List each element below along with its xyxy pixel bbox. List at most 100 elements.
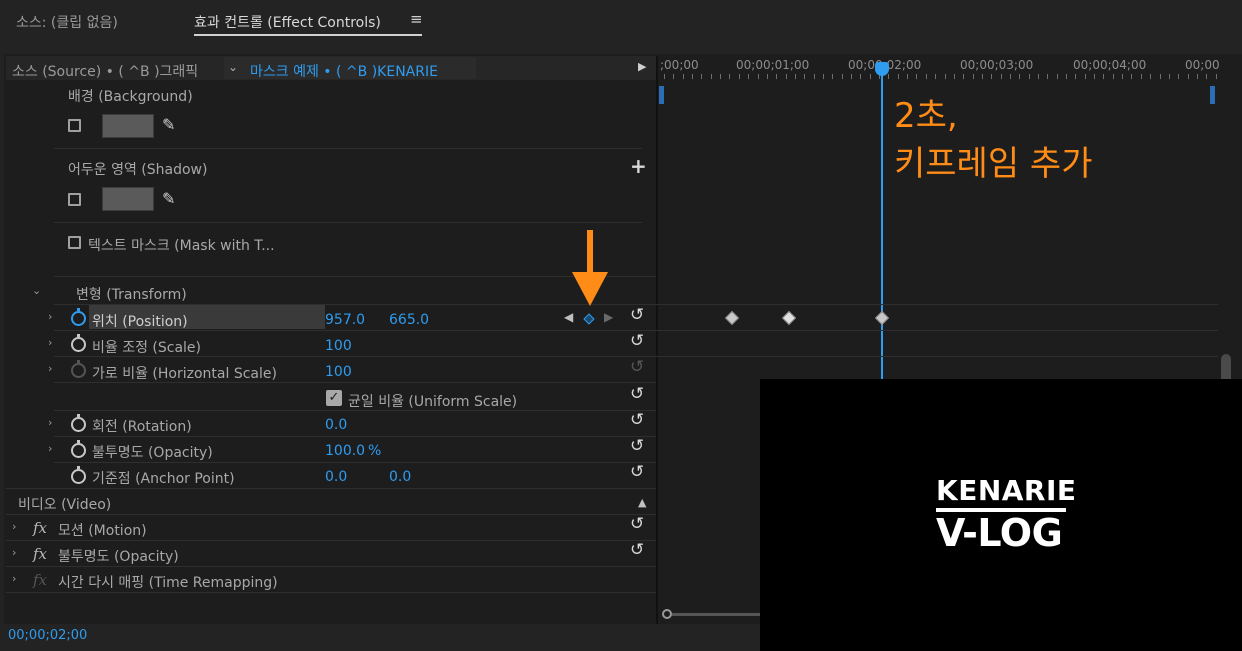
reset-icon[interactable]: ↺ — [630, 410, 644, 430]
ruler-tick — [1197, 74, 1198, 79]
playhead-handle[interactable] — [875, 62, 889, 76]
expand-arrow-icon[interactable]: › — [12, 546, 16, 559]
rotation-value[interactable]: 0.0 — [325, 417, 347, 433]
ruler-tick — [1216, 74, 1217, 79]
prev-keyframe-icon[interactable]: ◀ — [564, 310, 573, 324]
expand-arrow-icon[interactable]: › — [48, 310, 52, 323]
panel-tab-bar — [0, 0, 1242, 44]
ruler-tick — [842, 74, 843, 79]
position-x-value[interactable]: 957.0 — [325, 312, 365, 328]
shadow-checkbox[interactable] — [68, 193, 81, 206]
ruler-tick — [804, 74, 805, 79]
out-point-marker[interactable] — [1210, 86, 1215, 104]
reset-icon[interactable]: ↺ — [630, 305, 644, 325]
row-divider — [54, 148, 642, 149]
fx-icon[interactable]: fx — [33, 519, 47, 537]
reset-icon[interactable]: ↺ — [630, 331, 644, 351]
expand-arrow-icon[interactable]: › — [12, 520, 16, 533]
stopwatch-icon[interactable] — [71, 440, 86, 458]
ruler-tick — [1066, 74, 1067, 79]
sequence-clip-label[interactable]: 마스크 예제 • ( ^B )KENARIE — [250, 61, 438, 81]
ruler-tick — [1206, 74, 1207, 79]
fx-icon[interactable]: fx — [33, 545, 47, 563]
anchor-y-value[interactable]: 0.0 — [389, 469, 411, 485]
mask-with-text-label: 텍스트 마스크 (Mask with T... — [88, 238, 275, 254]
opacity-unit: % — [368, 443, 382, 459]
position-label: 위치 (Position) — [92, 314, 188, 330]
in-point-marker[interactable] — [659, 86, 664, 104]
chevron-down-icon[interactable]: ⌄ — [228, 60, 238, 74]
collapse-up-icon[interactable]: ▲ — [638, 496, 646, 509]
shadow-color-swatch[interactable] — [102, 187, 154, 211]
column-divider[interactable] — [656, 56, 658, 624]
ruler-tick — [748, 74, 749, 79]
stopwatch-icon[interactable] — [71, 414, 86, 432]
playhead-line[interactable] — [881, 70, 883, 380]
ruler-tick — [823, 74, 824, 79]
add-plus-icon[interactable]: + — [630, 154, 647, 178]
ruler-tick — [692, 74, 693, 79]
reset-icon[interactable]: ↺ — [630, 514, 644, 534]
ruler-tick — [1094, 74, 1095, 79]
uniform-scale-label: 균일 비율 (Uniform Scale) — [348, 394, 518, 410]
reset-icon[interactable]: ↺ — [630, 540, 644, 560]
expand-arrow-icon[interactable]: › — [48, 362, 52, 375]
current-timecode[interactable]: 00;00;02;00 — [8, 628, 87, 643]
ruler-tick — [935, 74, 936, 79]
uniform-scale-checkbox[interactable]: ✓ — [326, 390, 342, 406]
expand-arrow-icon[interactable]: › — [48, 442, 52, 455]
ruler-tick — [945, 74, 946, 79]
collapse-chevron-icon[interactable]: ⌄ — [32, 284, 41, 297]
tab-effect-controls[interactable]: 효과 컨트롤 (Effect Controls) — [194, 12, 381, 32]
rotation-label: 회전 (Rotation) — [92, 419, 192, 435]
ruler-tick — [963, 74, 964, 79]
ruler-tick — [1047, 74, 1048, 79]
zoom-scroll-handle[interactable] — [662, 609, 672, 619]
opacity-value[interactable]: 100.0 — [325, 443, 365, 459]
reset-icon[interactable]: ↺ — [630, 462, 644, 482]
next-keyframe-icon[interactable]: ▶ — [604, 310, 613, 324]
logo-text-line1: KENARIE — [936, 474, 1077, 507]
ruler-tick — [1169, 74, 1170, 79]
annotation-line1: 2초, — [894, 96, 958, 136]
position-y-value[interactable]: 665.0 — [389, 312, 429, 328]
ruler-tick — [916, 74, 917, 79]
background-checkbox[interactable] — [68, 119, 81, 132]
ruler-tick — [711, 74, 712, 79]
anchor-point-label: 기준점 (Anchor Point) — [92, 471, 235, 487]
eyedropper-icon[interactable]: ✎ — [162, 189, 175, 208]
row-divider — [54, 462, 656, 463]
hamburger-menu-icon[interactable]: ≡ — [410, 10, 423, 28]
background-color-swatch[interactable] — [102, 114, 154, 138]
reset-icon[interactable]: ↺ — [630, 436, 644, 456]
annotation-line2: 키프레임 추가 — [894, 144, 1093, 184]
ruler-tick — [1001, 74, 1002, 79]
ruler-tick — [1057, 74, 1058, 79]
video-opacity-label: 불투명도 (Opacity) — [58, 549, 179, 565]
play-triangle-icon[interactable]: ▶ — [638, 60, 646, 73]
expand-arrow-icon[interactable]: › — [48, 336, 52, 349]
ruler-tick — [1113, 74, 1114, 79]
expand-arrow-icon[interactable]: › — [48, 416, 52, 429]
eyedropper-icon[interactable]: ✎ — [162, 115, 175, 134]
scale-value[interactable]: 100 — [325, 338, 352, 354]
reset-icon[interactable]: ↺ — [630, 384, 644, 404]
source-clip-label[interactable]: 소스 (Source) • ( ^B )그래픽 — [12, 61, 198, 81]
anchor-x-value[interactable]: 0.0 — [325, 469, 347, 485]
ruler-tick — [973, 74, 974, 79]
mask-with-text-checkbox[interactable] — [68, 236, 81, 249]
logo-text-line2: V-LOG — [936, 511, 1063, 555]
stopwatch-icon[interactable] — [71, 334, 86, 352]
opacity-label: 불투명도 (Opacity) — [92, 445, 213, 461]
orange-down-arrow — [572, 230, 608, 306]
ruler-label: 00;00;03;00 — [960, 58, 1034, 72]
ruler-tick — [1038, 74, 1039, 79]
ruler-tick — [758, 74, 759, 79]
zoom-scroll-track[interactable] — [672, 613, 760, 616]
tab-source[interactable]: 소스: (클립 없음) — [16, 12, 118, 32]
expand-arrow-icon[interactable]: › — [12, 572, 16, 585]
ruler-tick — [814, 74, 815, 79]
stopwatch-icon[interactable] — [71, 308, 86, 326]
stopwatch-icon[interactable] — [71, 466, 86, 484]
ruler-tick — [767, 74, 768, 79]
